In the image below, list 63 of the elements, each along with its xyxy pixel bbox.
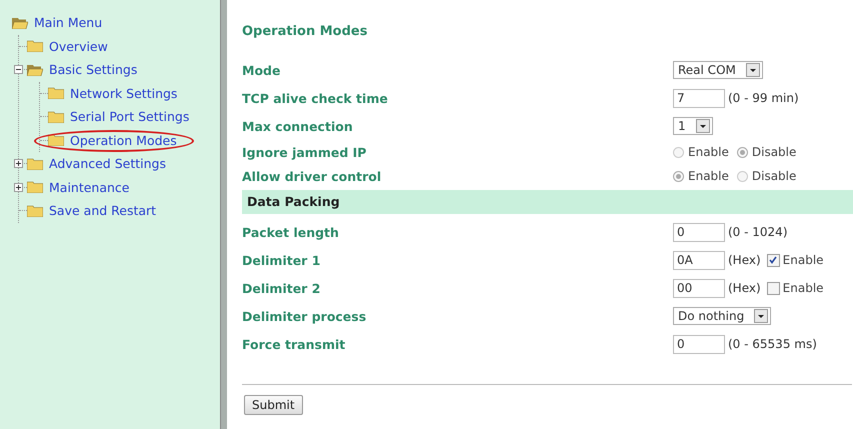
field-label: Allow driver control [242, 168, 382, 184]
folder-icon [27, 40, 43, 52]
section-header: Data Packing [242, 190, 853, 214]
caret-icon [696, 119, 710, 133]
hint-text: (Hex) [728, 281, 761, 295]
field-label: Packet length [242, 224, 340, 240]
submit-button[interactable]: Submit [244, 395, 303, 415]
tree-item[interactable]: Maintenance [49, 180, 130, 195]
expander-icon[interactable] [14, 65, 23, 74]
radio-label: Enable [688, 169, 729, 183]
open-folder-icon [27, 64, 43, 76]
field-label: Delimiter 1 [242, 252, 322, 268]
hint-text: (Hex) [728, 253, 761, 267]
field-label: TCP alive check time [242, 90, 389, 106]
input-field[interactable]: 00 [673, 278, 725, 298]
folder-icon [27, 204, 43, 217]
tree-item[interactable]: Operation Modes [70, 132, 177, 148]
tree-item[interactable]: Advanced Settings [49, 156, 166, 172]
hint-text: (0 - 1024) [728, 225, 788, 239]
field-label: Mode [242, 62, 282, 78]
dropdown[interactable]: Real COM [673, 61, 763, 79]
tree-item[interactable]: Overview [49, 38, 108, 54]
folder-icon [27, 158, 43, 170]
input-field[interactable]: 0 [673, 222, 725, 242]
dropdown[interactable]: Do nothing [673, 307, 772, 325]
expander-icon[interactable] [14, 159, 23, 168]
checkbox-label: Enable [782, 253, 824, 267]
folder-icon [27, 181, 43, 194]
open-folder-icon [12, 16, 28, 29]
hint-text: (0 - 99 min) [728, 91, 799, 105]
splitter-bar[interactable] [220, 0, 227, 429]
radio-button[interactable] [673, 170, 684, 182]
radio-button[interactable] [736, 170, 748, 182]
field-label: Delimiter process [242, 308, 368, 324]
page-title: Operation Modes [242, 24, 368, 41]
tree-item[interactable]: Main Menu [34, 15, 102, 30]
folder-icon [48, 134, 64, 146]
dropdown[interactable]: 1 [673, 117, 713, 135]
tree-item[interactable]: Serial Port Settings [70, 109, 190, 124]
checkbox-label: Enable [782, 281, 824, 295]
input-field[interactable]: 0 [673, 334, 725, 354]
folder-icon [48, 87, 64, 100]
radio-button[interactable] [673, 146, 684, 158]
hint-text: (0 - 65535 ms) [728, 337, 817, 351]
caret-icon [754, 309, 768, 323]
tree-item[interactable]: Save and Restart [49, 203, 156, 218]
expander-icon[interactable] [14, 182, 23, 192]
input-field[interactable]: 7 [673, 88, 725, 108]
radio-label: Disable [752, 145, 796, 159]
radio-button[interactable] [736, 146, 748, 158]
radio-label: Enable [688, 145, 729, 159]
field-label: Max connection [242, 118, 354, 134]
caret-icon [746, 63, 760, 77]
field-label: Delimiter 2 [242, 280, 322, 296]
tree-item[interactable]: Basic Settings [49, 62, 138, 78]
field-label: Force transmit [242, 336, 346, 352]
radio-label: Disable [752, 169, 796, 183]
folder-icon [48, 110, 64, 123]
checkbox[interactable] [766, 254, 780, 266]
checkbox[interactable] [766, 282, 780, 294]
tree-item[interactable]: Network Settings [70, 86, 178, 101]
field-label: Ignore jammed IP [242, 144, 368, 160]
input-field[interactable]: 0A [673, 250, 725, 270]
